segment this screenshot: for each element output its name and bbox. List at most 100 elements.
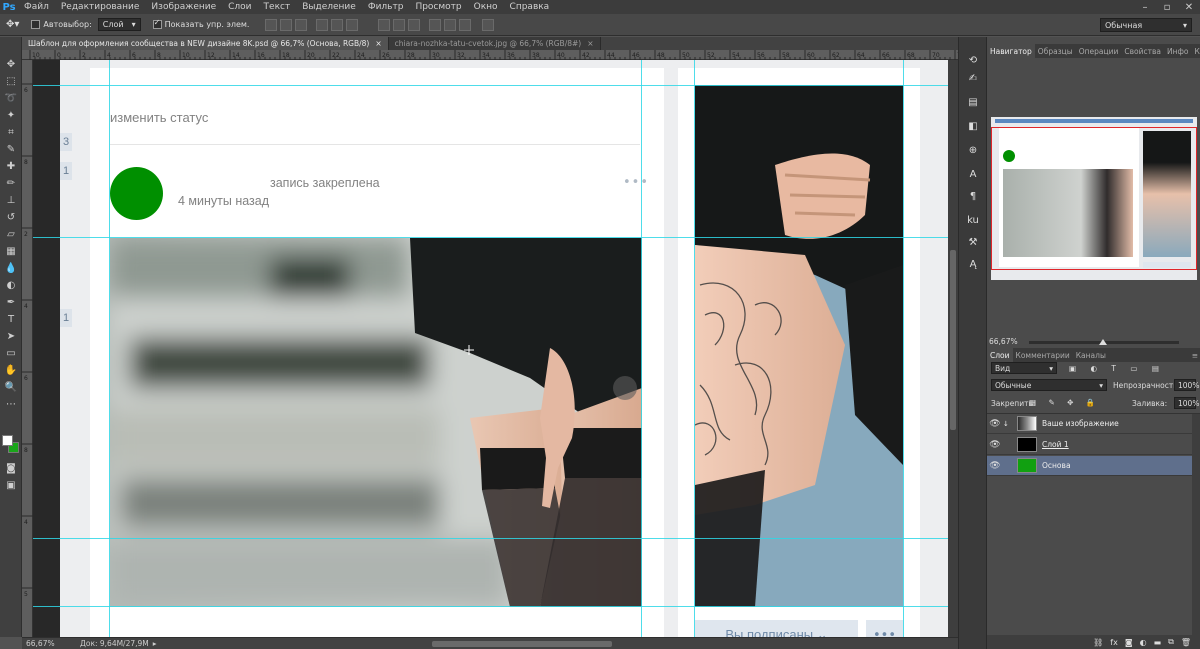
layer-blend-dropdown[interactable]: Обычные ▾: [991, 379, 1107, 391]
align-top-icon[interactable]: [265, 18, 278, 31]
tab-chiara-jpg[interactable]: chiara-nozhka-tatu-cvetok.jpg @ 66,7% (R…: [388, 37, 601, 50]
adjustments-icon[interactable]: ▤: [966, 95, 980, 109]
navigator-view-box[interactable]: [991, 127, 1197, 270]
layer-filter-icons[interactable]: ▣ ◐ T ▭ ▤: [1069, 364, 1165, 373]
history-icon[interactable]: ⟲: [966, 53, 980, 67]
auto-select-dropdown[interactable]: Слой ▾: [97, 18, 141, 31]
guide-line[interactable]: [109, 60, 110, 637]
lasso-tool-icon[interactable]: ➰: [3, 91, 19, 105]
crop-tool-icon[interactable]: ⌗: [3, 125, 19, 139]
more-tools-icon[interactable]: ⋯: [3, 397, 19, 411]
align-left-icon[interactable]: [316, 18, 329, 31]
scroll-thumb[interactable]: [950, 250, 956, 430]
layer-name[interactable]: Основа: [1042, 461, 1071, 470]
align-bottom-icon[interactable]: [295, 18, 308, 31]
lock-icons[interactable]: ▦ ✎ ✥ 🔒: [1029, 398, 1100, 407]
gradient-tool-icon[interactable]: ▦: [3, 244, 19, 258]
maximize-icon[interactable]: ▫: [1156, 0, 1178, 14]
eye-icon[interactable]: 👁: [987, 419, 1003, 429]
navigator-zoom-slider[interactable]: [1029, 339, 1179, 345]
tab-template-psd[interactable]: Шаблон для оформления сообщества в NEW д…: [22, 37, 389, 50]
color-swatches[interactable]: [2, 435, 20, 455]
type-panel-icon[interactable]: Ą: [966, 257, 980, 271]
clone-source-icon[interactable]: ⊕: [966, 143, 980, 157]
pen-tool-icon[interactable]: ✒: [3, 295, 19, 309]
menu-filter[interactable]: Фильтр: [362, 2, 410, 12]
guide-line[interactable]: [641, 60, 642, 637]
tab-swatches[interactable]: Образцы: [1035, 47, 1076, 56]
hand-tool-icon[interactable]: ✋: [3, 363, 19, 377]
dodge-tool-icon[interactable]: ◐: [3, 278, 19, 292]
close-icon[interactable]: ×: [375, 39, 381, 48]
layer-row-your-image[interactable]: 👁 ↓ Ваше изображение: [987, 414, 1193, 434]
brush-tool-icon[interactable]: ✏: [3, 176, 19, 190]
menu-select[interactable]: Выделение: [296, 2, 362, 12]
distribute-left-icon[interactable]: [429, 18, 442, 31]
distribute-right-icon[interactable]: [459, 18, 472, 31]
layer-row-base[interactable]: 👁 Основа: [987, 456, 1193, 476]
new-layer-icon[interactable]: ⧉: [1168, 637, 1174, 647]
auto-align-icon[interactable]: [482, 18, 495, 31]
guide-line[interactable]: [694, 60, 695, 637]
auto-select-checkbox[interactable]: Автовыбор:: [31, 20, 92, 29]
stamp-tool-icon[interactable]: ⊥: [3, 193, 19, 207]
tab-properties[interactable]: Свойства: [1121, 47, 1164, 56]
foreground-color-swatch[interactable]: [2, 435, 13, 446]
menu-file[interactable]: Файл: [18, 2, 55, 12]
move-tool-icon[interactable]: ✥: [3, 57, 19, 71]
paragraph-icon[interactable]: ¶: [966, 189, 980, 203]
eraser-tool-icon[interactable]: ▱: [3, 227, 19, 241]
styles-icon[interactable]: ◧: [966, 119, 980, 133]
menu-window[interactable]: Окно: [468, 2, 504, 12]
menu-image[interactable]: Изображение: [145, 2, 222, 12]
guide-line[interactable]: [33, 237, 948, 238]
eyedropper-tool-icon[interactable]: ✎: [3, 142, 19, 156]
marquee-tool-icon[interactable]: ⬚: [3, 74, 19, 88]
distribute-vcenter-icon[interactable]: [393, 18, 406, 31]
guide-line[interactable]: [33, 85, 948, 86]
menu-edit[interactable]: Редактирование: [55, 2, 146, 12]
adjustment-icon[interactable]: ◐: [1140, 638, 1147, 647]
vertical-scrollbar[interactable]: [948, 60, 958, 637]
layer-name[interactable]: Ваше изображение: [1042, 419, 1119, 428]
show-controls-checkbox[interactable]: Показать упр. элем.: [152, 20, 249, 29]
canvas-area[interactable]: 3 1 1 изменить статус запись закреплена …: [33, 60, 948, 637]
menu-type[interactable]: Текст: [258, 2, 297, 12]
opacity-input[interactable]: 100%: [1174, 379, 1199, 391]
history-brush-icon[interactable]: ↺: [3, 210, 19, 224]
tab-paths[interactable]: Контуры: [1192, 47, 1200, 56]
folder-icon[interactable]: ▬: [1154, 638, 1162, 647]
close-icon[interactable]: ×: [587, 39, 593, 48]
move-tool-icon[interactable]: ✥▾: [6, 19, 19, 30]
workspace-dropdown[interactable]: Обычная ▾: [1100, 18, 1192, 32]
menu-help[interactable]: Справка: [504, 2, 556, 12]
tab-layers[interactable]: Слои: [987, 348, 1013, 362]
guide-line[interactable]: [33, 606, 948, 607]
subscribed-button[interactable]: Вы подписаны ⌄: [695, 620, 858, 637]
character-icon[interactable]: A: [966, 167, 980, 181]
screen-mode-icon[interactable]: ▣: [3, 478, 19, 492]
tab-channels[interactable]: Каналы: [1073, 351, 1109, 360]
layer-row-layer-1[interactable]: 👁 Слой 1: [987, 435, 1193, 455]
tab-navigator[interactable]: Навигатор: [987, 44, 1035, 58]
path-select-icon[interactable]: ➤: [3, 329, 19, 343]
menu-view[interactable]: Просмотр: [409, 2, 467, 12]
panel-menu-icon[interactable]: ≡: [1189, 351, 1200, 360]
layer-name[interactable]: Слой 1: [1042, 440, 1069, 449]
tab-actions[interactable]: Операции: [1076, 47, 1122, 56]
quick-mask-icon[interactable]: ◙: [3, 461, 19, 475]
eye-icon[interactable]: 👁: [987, 440, 1003, 450]
document-info[interactable]: Док: 9,64M/27,9M: [68, 639, 149, 648]
more-options-button[interactable]: •••: [866, 620, 903, 637]
distribute-bottom-icon[interactable]: [408, 18, 421, 31]
horizontal-scroll-thumb[interactable]: [432, 641, 612, 647]
guide-line[interactable]: [33, 538, 948, 539]
distribute-top-icon[interactable]: [378, 18, 391, 31]
close-icon[interactable]: ✕: [1178, 0, 1200, 14]
align-right-icon[interactable]: [346, 18, 359, 31]
tab-info[interactable]: Инфо: [1164, 47, 1192, 56]
mask-icon[interactable]: ◙: [1125, 638, 1133, 647]
align-hcenter-icon[interactable]: [331, 18, 344, 31]
distribute-hcenter-icon[interactable]: [444, 18, 457, 31]
brush-presets-icon[interactable]: ✍: [966, 71, 980, 85]
